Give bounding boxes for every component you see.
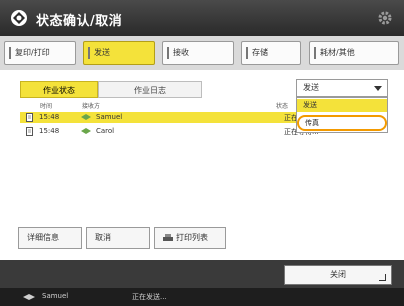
document-icon bbox=[26, 127, 33, 136]
job-type-select-value: 发送 bbox=[303, 83, 319, 92]
column-header-destination: 接收方 bbox=[82, 103, 101, 110]
tab-job-log[interactable]: 作业日志 bbox=[98, 81, 202, 98]
close-button-label: 关闭 bbox=[330, 270, 346, 279]
status-monitor-icon bbox=[11, 10, 27, 26]
status-destination: Samuel bbox=[42, 292, 69, 300]
tab-receive[interactable]: 接收 bbox=[162, 41, 234, 65]
print-list-button[interactable]: 打印列表 bbox=[154, 227, 226, 249]
column-header-status: 状态 bbox=[276, 103, 289, 110]
document-icon bbox=[26, 113, 33, 122]
row-destination: Carol bbox=[96, 127, 115, 135]
close-button[interactable]: 关闭 bbox=[284, 265, 392, 285]
status-message: 正在发送... bbox=[132, 293, 167, 301]
printer-icon bbox=[163, 233, 173, 241]
cancel-button[interactable]: 取消 bbox=[86, 227, 150, 249]
title-bar: 状态确认/取消 bbox=[0, 0, 404, 36]
destination-icon bbox=[23, 294, 35, 300]
column-header-time: 时间 bbox=[40, 103, 53, 110]
chevron-down-icon bbox=[374, 86, 382, 91]
main-panel: 作业状态 作业日志 发送 时间 接收方 状态 15:48 Samuel 正在发送… bbox=[0, 70, 404, 260]
option-send[interactable]: 发送 bbox=[297, 99, 387, 112]
row-destination: Samuel bbox=[96, 113, 123, 121]
tab-consumables-other[interactable]: 耗材/其他 bbox=[309, 41, 399, 65]
tab-copy-print[interactable]: 复印/打印 bbox=[4, 41, 76, 65]
corner-mark-icon bbox=[379, 274, 386, 281]
option-fax[interactable]: 传真 bbox=[297, 115, 387, 131]
details-button-label: 详细信息 bbox=[27, 233, 59, 242]
tab-store[interactable]: 存储 bbox=[241, 41, 301, 65]
table-row[interactable]: 15:48 Carol bbox=[20, 126, 302, 137]
page-title: 状态确认/取消 bbox=[36, 14, 123, 29]
row-time: 15:48 bbox=[39, 113, 60, 121]
print-list-button-label: 打印列表 bbox=[176, 233, 208, 242]
job-type-options: 发送 传真 bbox=[296, 97, 388, 133]
details-button[interactable]: 详细信息 bbox=[18, 227, 82, 249]
tab-send[interactable]: 发送 bbox=[83, 41, 155, 65]
destination-icon bbox=[81, 114, 91, 120]
cancel-button-label: 取消 bbox=[95, 233, 111, 242]
category-tabs: 复印/打印 发送 接收 存储 耗材/其他 bbox=[0, 36, 404, 70]
status-bar: Samuel 正在发送... bbox=[0, 288, 404, 306]
row-time: 15:48 bbox=[39, 127, 60, 135]
gear-icon[interactable] bbox=[376, 9, 394, 27]
job-type-select[interactable]: 发送 bbox=[296, 79, 388, 97]
table-row[interactable]: 15:48 Samuel bbox=[20, 112, 302, 123]
tab-job-status[interactable]: 作业状态 bbox=[20, 81, 98, 98]
destination-icon bbox=[81, 128, 91, 134]
